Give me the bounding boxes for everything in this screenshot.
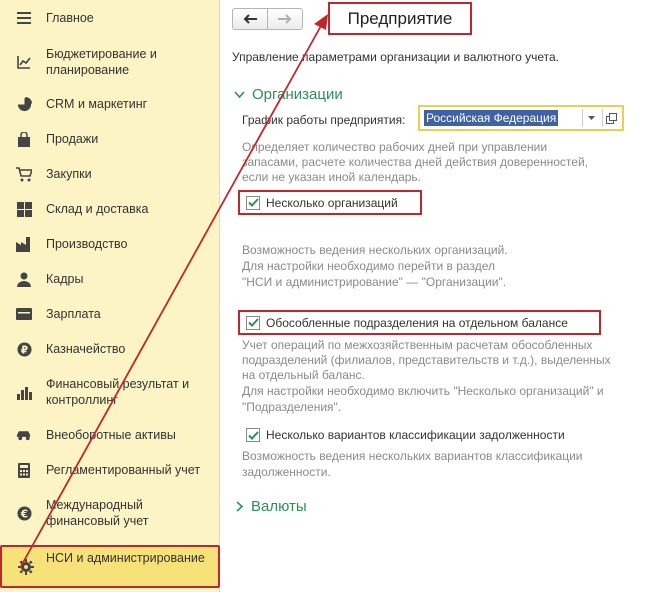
multi-org-option[interactable]: Несколько организаций bbox=[238, 190, 422, 215]
sidebar-item-label: Продажи bbox=[46, 132, 99, 146]
debt-classification-hint-line: Возможность ведения нескольких вариантов… bbox=[242, 449, 583, 463]
checkmark-icon bbox=[247, 318, 259, 327]
sidebar-item-budgeting[interactable]: Бюджетирование и планирование bbox=[0, 44, 220, 80]
factory-icon bbox=[16, 236, 32, 252]
shopping-bag-icon bbox=[16, 131, 32, 147]
euro-icon: € bbox=[16, 505, 32, 521]
main-panel: Предприятие Управление параметрами орган… bbox=[220, 0, 647, 592]
checkmark-icon bbox=[247, 198, 259, 207]
sidebar-item-label: Внеоборотные активы bbox=[46, 428, 176, 442]
sidebar-item-hr[interactable]: Кадры bbox=[0, 269, 220, 289]
sidebar-item-nsi-admin[interactable]: НСИ и администрирование bbox=[0, 545, 220, 588]
sidebar-item-label: Международный финансовый учет bbox=[46, 498, 149, 528]
gear-icon bbox=[18, 559, 34, 575]
multi-org-hint-line: Возможность ведения нескольких организац… bbox=[242, 243, 508, 257]
budget-icon bbox=[16, 54, 32, 70]
sidebar-item-label: CRM и маркетинг bbox=[46, 97, 148, 111]
sidebar-item-production[interactable]: Производство bbox=[0, 234, 220, 254]
sidebar-item-salary[interactable]: Зарплата bbox=[0, 304, 220, 324]
separate-division-hint-line: "Подразделения". bbox=[242, 400, 342, 414]
sidebar-item-fixed-assets[interactable]: Внеоборотные активы bbox=[0, 425, 220, 445]
section-title: Организации bbox=[252, 86, 343, 103]
separate-division-option[interactable]: Обособленные подразделения на отдельном … bbox=[238, 310, 601, 335]
separate-division-hint-line: на отдельный баланс. bbox=[242, 368, 365, 382]
warehouse-grid-icon bbox=[16, 201, 32, 217]
open-button[interactable] bbox=[602, 109, 620, 127]
debt-classification-checkbox[interactable] bbox=[246, 428, 260, 442]
chevron-down-icon bbox=[588, 116, 595, 120]
car-icon bbox=[16, 427, 32, 443]
schedule-hint-line: запасами, расчете количества дней действ… bbox=[242, 155, 588, 169]
separate-division-label: Обособленные подразделения на отдельном … bbox=[266, 315, 568, 330]
schedule-value: Российская Федерация bbox=[424, 110, 559, 126]
sidebar-item-label: Склад и доставка bbox=[46, 202, 149, 216]
sidebar-item-label: Казначейство bbox=[46, 342, 126, 356]
coin-icon: ₽ bbox=[16, 341, 32, 357]
sidebar-item-label: Производство bbox=[46, 237, 128, 251]
sidebar-item-ifrs[interactable]: € Международный финансовый учет bbox=[0, 495, 220, 531]
sidebar-item-label: НСИ и администрирование bbox=[46, 551, 205, 565]
separate-division-hint-line: подразделений (филиалов, представительст… bbox=[242, 353, 611, 367]
multi-org-checkbox[interactable] bbox=[246, 195, 260, 210]
wallet-icon bbox=[16, 306, 32, 322]
sidebar-item-label: Кадры bbox=[46, 272, 84, 286]
schedule-label: График работы предприятия: bbox=[242, 113, 406, 127]
multi-org-hint-line: "НСИ и администрирование" — "Организации… bbox=[242, 275, 507, 289]
pie-chart-icon bbox=[16, 96, 32, 112]
cart-icon bbox=[16, 166, 32, 182]
schedule-hint-line: Определяет количество рабочих дней при у… bbox=[242, 140, 548, 154]
svg-text:€: € bbox=[19, 508, 27, 520]
sidebar-item-financial-result[interactable]: Финансовый результат и контроллинг bbox=[0, 374, 220, 410]
sidebar-item-label: Бюджетирование и планирование bbox=[46, 47, 157, 77]
debt-classification-option[interactable]: Несколько вариантов классификации задолж… bbox=[246, 427, 565, 443]
schedule-hint-line: если не указан иной календарь. bbox=[242, 170, 422, 184]
arrow-right-icon bbox=[278, 14, 292, 24]
separate-division-checkbox[interactable] bbox=[246, 315, 260, 330]
sidebar-item-purchases[interactable]: Закупки bbox=[0, 164, 220, 184]
multi-org-label: Несколько организаций bbox=[266, 195, 398, 210]
section-title: Валюты bbox=[251, 498, 307, 515]
sidebar-item-regulated-accounting[interactable]: Регламентированный учет bbox=[0, 460, 220, 480]
back-button[interactable] bbox=[232, 8, 268, 30]
sidebar-item-label: Закупки bbox=[46, 167, 92, 181]
sidebar-item-main[interactable]: Главное bbox=[0, 8, 220, 28]
bar-chart-icon bbox=[16, 384, 32, 400]
svg-text:₽: ₽ bbox=[20, 344, 27, 356]
sidebar-item-label: Зарплата bbox=[46, 307, 101, 321]
sidebar-item-treasury[interactable]: ₽ Казначейство bbox=[0, 339, 220, 359]
debt-classification-hint-line: задолженности. bbox=[242, 465, 331, 479]
sidebar-item-warehouse[interactable]: Склад и доставка bbox=[0, 199, 220, 219]
separate-division-hint-line: Для настройки необходимо включить "Неско… bbox=[242, 384, 604, 398]
sidebar-item-label: Главное bbox=[46, 11, 94, 25]
section-currencies-header[interactable]: Валюты bbox=[236, 498, 307, 515]
sidebar-item-label: Финансовый результат и контроллинг bbox=[46, 377, 190, 407]
sidebar: Главное Бюджетирование и планирование CR… bbox=[0, 0, 220, 592]
calculator-icon bbox=[16, 462, 32, 478]
open-window-icon bbox=[606, 112, 617, 124]
page-description: Управление параметрами организации и вал… bbox=[232, 50, 559, 64]
section-organizations-header[interactable]: Организации bbox=[234, 86, 343, 103]
sidebar-item-label: Регламентированный учет bbox=[46, 463, 201, 477]
separate-division-hint-line: Учет операций по межхозяйственным расчет… bbox=[242, 338, 593, 352]
checkmark-icon bbox=[247, 430, 259, 440]
chevron-right-icon bbox=[236, 501, 244, 512]
menu-lines-icon bbox=[16, 10, 32, 26]
forward-button[interactable] bbox=[267, 8, 303, 30]
person-icon bbox=[16, 271, 32, 287]
multi-org-hint-line: Для настройки необходимо перейти в разде… bbox=[242, 259, 495, 273]
schedule-select[interactable]: Российская Федерация bbox=[418, 105, 624, 131]
arrow-left-icon bbox=[243, 14, 257, 24]
sidebar-item-crm[interactable]: CRM и маркетинг bbox=[0, 94, 220, 114]
debt-classification-label: Несколько вариантов классификации задолж… bbox=[266, 428, 565, 442]
chevron-down-icon bbox=[234, 90, 245, 98]
dropdown-button[interactable] bbox=[582, 109, 600, 127]
sidebar-item-sales[interactable]: Продажи bbox=[0, 129, 220, 149]
page-title: Предприятие bbox=[328, 2, 472, 35]
